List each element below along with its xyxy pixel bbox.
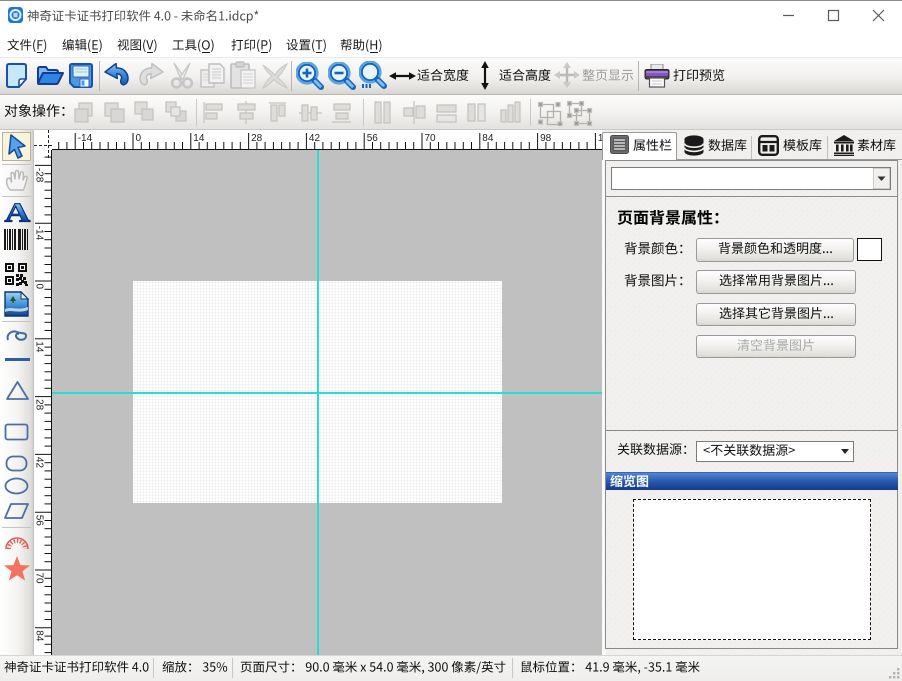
svg-text:56: 56	[34, 515, 45, 527]
svg-text:0: 0	[34, 284, 45, 290]
svg-text:70: 70	[425, 133, 437, 144]
svg-text:42: 42	[34, 457, 45, 469]
svg-text:-28: -28	[34, 168, 45, 183]
svg-text:98: 98	[540, 133, 552, 144]
svg-text:56: 56	[367, 133, 379, 144]
svg-text:84: 84	[34, 630, 45, 642]
svg-text:-14: -14	[78, 133, 93, 144]
svg-text:0: 0	[136, 133, 142, 144]
svg-text:28: 28	[251, 133, 263, 144]
svg-text:-14: -14	[34, 226, 45, 241]
svg-text:14: 14	[34, 341, 45, 353]
svg-text:42: 42	[309, 133, 321, 144]
svg-text:14: 14	[193, 133, 205, 144]
svg-text:70: 70	[34, 573, 45, 585]
svg-text:84: 84	[482, 133, 494, 144]
svg-text:28: 28	[34, 399, 45, 411]
